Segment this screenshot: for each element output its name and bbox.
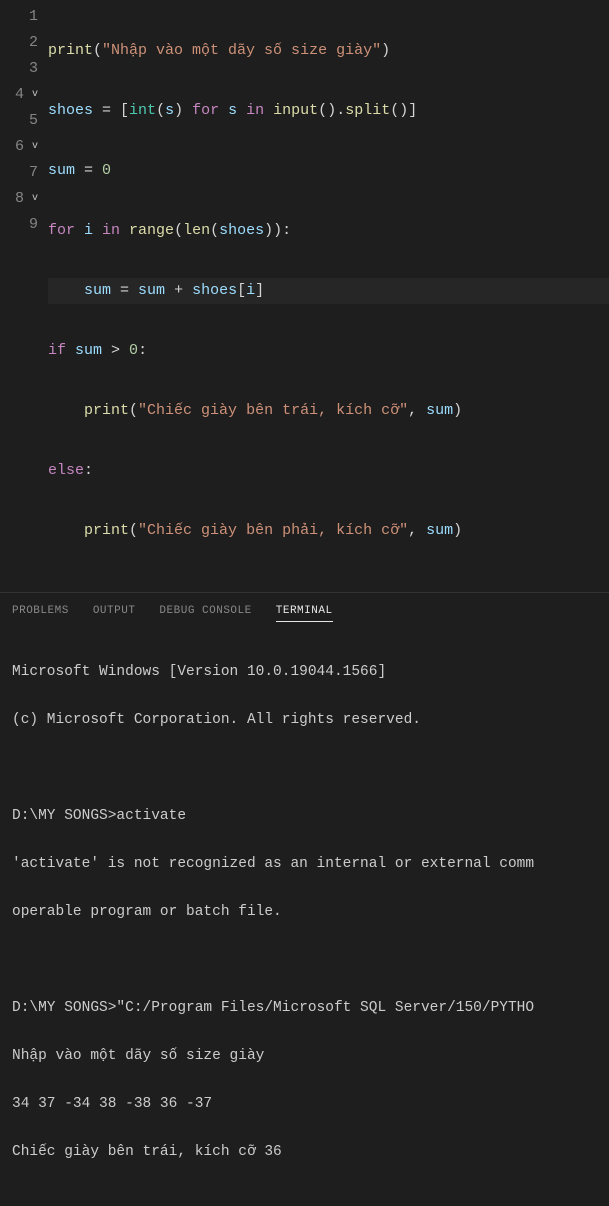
fold-icon[interactable]: v <box>28 82 38 108</box>
line-number: 4 <box>15 82 24 108</box>
tab-problems[interactable]: PROBLEMS <box>12 601 69 622</box>
panel-tabs: PROBLEMS OUTPUT DEBUG CONSOLE TERMINAL <box>0 593 609 626</box>
code-line[interactable]: for i in range(len(shoes)): <box>48 218 609 244</box>
terminal-line: D:\MY SONGS>"C:/Program Files/Microsoft … <box>12 996 597 1020</box>
terminal-line: Chiếc giày bên trái, kích cỡ 36 <box>12 1140 597 1164</box>
code-line[interactable]: print("Chiếc giày bên phải, kích cỡ", su… <box>48 518 609 544</box>
terminal-line: D:\MY SONGS>activate <box>12 804 597 828</box>
line-number: 2 <box>29 30 38 56</box>
code-line[interactable]: print("Nhập vào một dãy số size giày") <box>48 38 609 64</box>
tab-output[interactable]: OUTPUT <box>93 601 136 622</box>
terminal-line: Nhập vào một dãy số size giày <box>12 1044 597 1068</box>
code-line[interactable]: else: <box>48 458 609 484</box>
terminal-line: 'activate' is not recognized as an inter… <box>12 852 597 876</box>
terminal-line <box>12 756 597 780</box>
line-number: 9 <box>29 212 38 238</box>
line-number-gutter: 1 2 3 4v 5 6v 7 8v 9 <box>0 4 48 578</box>
terminal-line: (c) Microsoft Corporation. All rights re… <box>12 708 597 732</box>
fold-icon[interactable]: v <box>28 134 38 160</box>
line-number: 7 <box>29 160 38 186</box>
fold-icon[interactable]: v <box>28 186 38 212</box>
code-line[interactable]: shoes = [int(s) for s in input().split()… <box>48 98 609 124</box>
tab-debug-console[interactable]: DEBUG CONSOLE <box>159 601 251 622</box>
terminal-line: operable program or batch file. <box>12 900 597 924</box>
terminal-line: 34 37 -34 38 -38 36 -37 <box>12 1092 597 1116</box>
terminal-line <box>12 948 597 972</box>
code-line[interactable]: sum = 0 <box>48 158 609 184</box>
code-area[interactable]: print("Nhập vào một dãy số size giày") s… <box>48 4 609 578</box>
code-line[interactable]: print("Chiếc giày bên trái, kích cỡ", su… <box>48 398 609 424</box>
code-line[interactable]: sum = sum + shoes[i] <box>48 278 609 304</box>
line-number: 8 <box>15 186 24 212</box>
line-number: 3 <box>29 56 38 82</box>
line-number: 6 <box>15 134 24 160</box>
line-number: 5 <box>29 108 38 134</box>
terminal-output[interactable]: Microsoft Windows [Version 10.0.19044.15… <box>0 626 609 1206</box>
tab-terminal[interactable]: TERMINAL <box>276 601 333 622</box>
code-line[interactable]: if sum > 0: <box>48 338 609 364</box>
terminal-line: Microsoft Windows [Version 10.0.19044.15… <box>12 660 597 684</box>
code-editor[interactable]: 1 2 3 4v 5 6v 7 8v 9 print("Nhập vào một… <box>0 0 609 578</box>
bottom-panel: PROBLEMS OUTPUT DEBUG CONSOLE TERMINAL M… <box>0 592 609 1206</box>
line-number: 1 <box>29 4 38 30</box>
